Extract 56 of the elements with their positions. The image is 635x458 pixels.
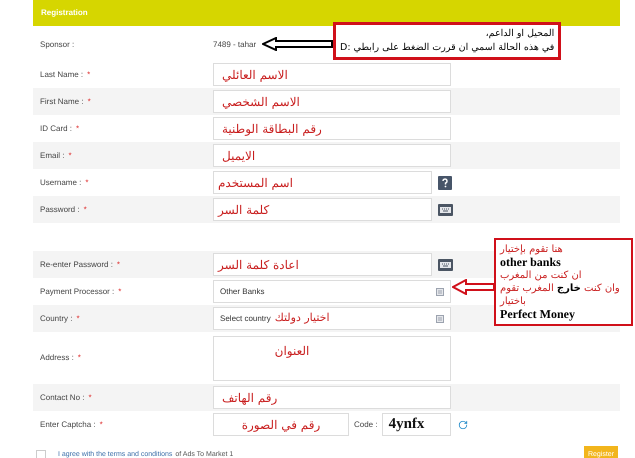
input-field[interactable]: رقم الهاتف (213, 386, 451, 409)
required-mark: * (87, 68, 90, 80)
field-label: Email : (40, 150, 64, 162)
input-field[interactable]: الاسم العائلي (213, 63, 451, 86)
required-mark: * (100, 418, 103, 430)
field-label: Password : (40, 204, 80, 216)
list-icon (436, 314, 444, 322)
header-title: Registration (41, 7, 88, 19)
required-mark: * (88, 96, 91, 108)
required-mark: * (88, 392, 92, 404)
required-mark: * (116, 258, 120, 270)
annotation-text: وان كنت خارج المغرب تقوم (500, 282, 620, 295)
input-field[interactable]: الاسم الشخصي (213, 90, 451, 113)
field-label: Sponsor : (40, 40, 74, 49)
annotation-text: ان كنت من المغرب (500, 269, 582, 282)
annotation-text: باختيار (500, 295, 526, 308)
keyboard-icon[interactable] (438, 258, 453, 270)
input-field[interactable]: اسم المستخدم (213, 171, 432, 194)
help-icon[interactable] (438, 176, 452, 190)
annotation-text: المحيل او الداعم، (486, 27, 554, 41)
field-note: اختيار دولتك (274, 310, 330, 326)
annotation-text: في هذه الحالة اسمي ان قررت الضغط على رابطي :D (340, 41, 554, 55)
field-label: Last Name : (40, 68, 84, 80)
field-label: Address : (40, 352, 74, 364)
field-label: Payment Processor : (40, 286, 114, 298)
captcha-field[interactable]: رقم في الصورة (213, 413, 349, 436)
annotation-text: other banks (500, 256, 561, 269)
required-mark: * (118, 286, 122, 298)
code-label: Code : (354, 418, 378, 430)
required-mark: * (85, 176, 88, 188)
field-label: Enter Captcha : (40, 418, 96, 430)
required-mark: * (76, 122, 80, 134)
input-field[interactable]: كلمة السر (213, 198, 432, 221)
required-mark: * (76, 312, 80, 324)
annotation-text: هنا تقوم بإختيار (500, 243, 563, 256)
field-label: Country : (40, 312, 72, 324)
sponsor-value: 7489 - tahar (213, 39, 256, 51)
address-field[interactable]: العنوان (213, 336, 451, 380)
captcha-code: 4ynfx (382, 413, 451, 436)
list-icon (436, 288, 444, 296)
required-mark: * (68, 150, 72, 162)
agree-checkbox[interactable] (36, 450, 46, 458)
keyboard-icon[interactable] (438, 204, 453, 216)
refresh-icon[interactable] (458, 420, 468, 430)
required-mark: * (78, 352, 81, 364)
select-field[interactable]: Other Banks (213, 280, 451, 303)
field-label: Re-enter Password : (40, 258, 113, 270)
input-field[interactable]: رقم البطاقة الوطنية (213, 117, 451, 140)
required-mark: * (84, 204, 87, 216)
field-label: First Name : (40, 96, 84, 108)
field-label: ID Card : (40, 122, 72, 134)
field-label: Contact No : (40, 392, 84, 404)
annotation-text: Perfect Money (500, 308, 575, 321)
field-label: Username : (40, 176, 82, 188)
input-field[interactable]: الايميل (213, 144, 451, 167)
input-field[interactable]: اعادة كلمة السر (213, 253, 432, 276)
